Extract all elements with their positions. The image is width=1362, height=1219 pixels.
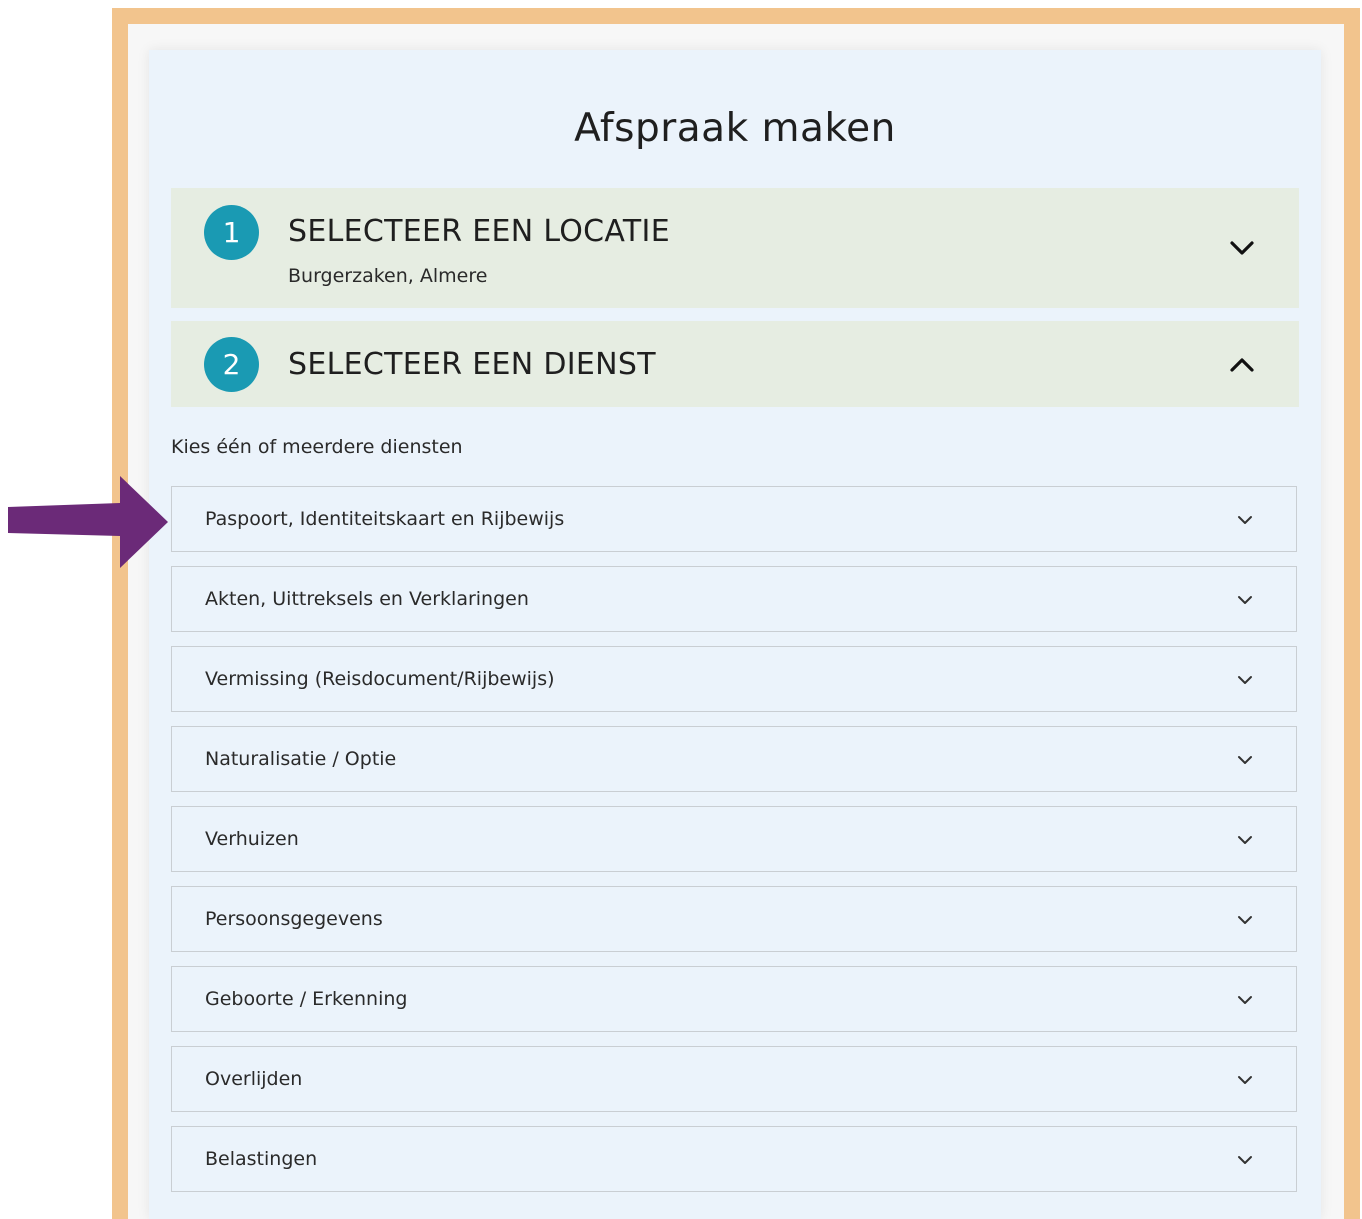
chevron-down-icon[interactable] (1236, 911, 1254, 929)
service-label: Geboorte / Erkenning (205, 988, 408, 1010)
selected-location: Burgerzaken, Almere (288, 265, 488, 287)
service-item[interactable]: Geboorte / Erkenning (171, 966, 1297, 1032)
service-item[interactable]: Persoonsgegevens (171, 886, 1297, 952)
step-number-badge: 1 (204, 205, 259, 260)
service-item[interactable]: Naturalisatie / Optie (171, 726, 1297, 792)
service-item[interactable]: Paspoort, Identiteitskaart en Rijbewijs (171, 486, 1297, 552)
service-label: Naturalisatie / Optie (205, 748, 397, 770)
service-label: Overlijden (205, 1068, 303, 1090)
service-label: Paspoort, Identiteitskaart en Rijbewijs (205, 508, 565, 530)
chevron-down-icon[interactable] (1236, 831, 1254, 849)
chevron-down-icon[interactable] (1236, 511, 1254, 529)
service-label: Persoonsgegevens (205, 908, 383, 930)
annotation-arrow-icon (8, 476, 168, 568)
service-item[interactable]: Akten, Uittreksels en Verklaringen (171, 566, 1297, 632)
page-title: Afspraak maken (574, 106, 896, 151)
chevron-down-icon[interactable] (1236, 1151, 1254, 1169)
chevron-down-icon[interactable] (1236, 1071, 1254, 1089)
step-service[interactable]: 2 SELECTEER EEN DIENST (171, 321, 1299, 407)
chevron-up-icon[interactable] (1229, 352, 1255, 378)
service-label: Belastingen (205, 1148, 318, 1170)
chevron-down-icon[interactable] (1236, 591, 1254, 609)
service-label: Akten, Uittreksels en Verklaringen (205, 588, 529, 610)
step-title: SELECTEER EEN LOCATIE (288, 214, 670, 249)
step-number-badge: 2 (204, 337, 259, 392)
service-item[interactable]: Vermissing (Reisdocument/Rijbewijs) (171, 646, 1297, 712)
service-hint: Kies één of meerdere diensten (171, 436, 463, 458)
service-label: Verhuizen (205, 828, 299, 850)
service-item[interactable]: Belastingen (171, 1126, 1297, 1192)
step-location[interactable]: 1 SELECTEER EEN LOCATIE Burgerzaken, Alm… (171, 188, 1299, 308)
chevron-down-icon[interactable] (1236, 751, 1254, 769)
chevron-down-icon[interactable] (1236, 991, 1254, 1009)
service-item[interactable]: Overlijden (171, 1046, 1297, 1112)
step-title: SELECTEER EEN DIENST (288, 347, 656, 382)
chevron-down-icon[interactable] (1236, 671, 1254, 689)
service-item[interactable]: Verhuizen (171, 806, 1297, 872)
service-label: Vermissing (Reisdocument/Rijbewijs) (205, 668, 555, 690)
chevron-down-icon[interactable] (1229, 235, 1255, 261)
